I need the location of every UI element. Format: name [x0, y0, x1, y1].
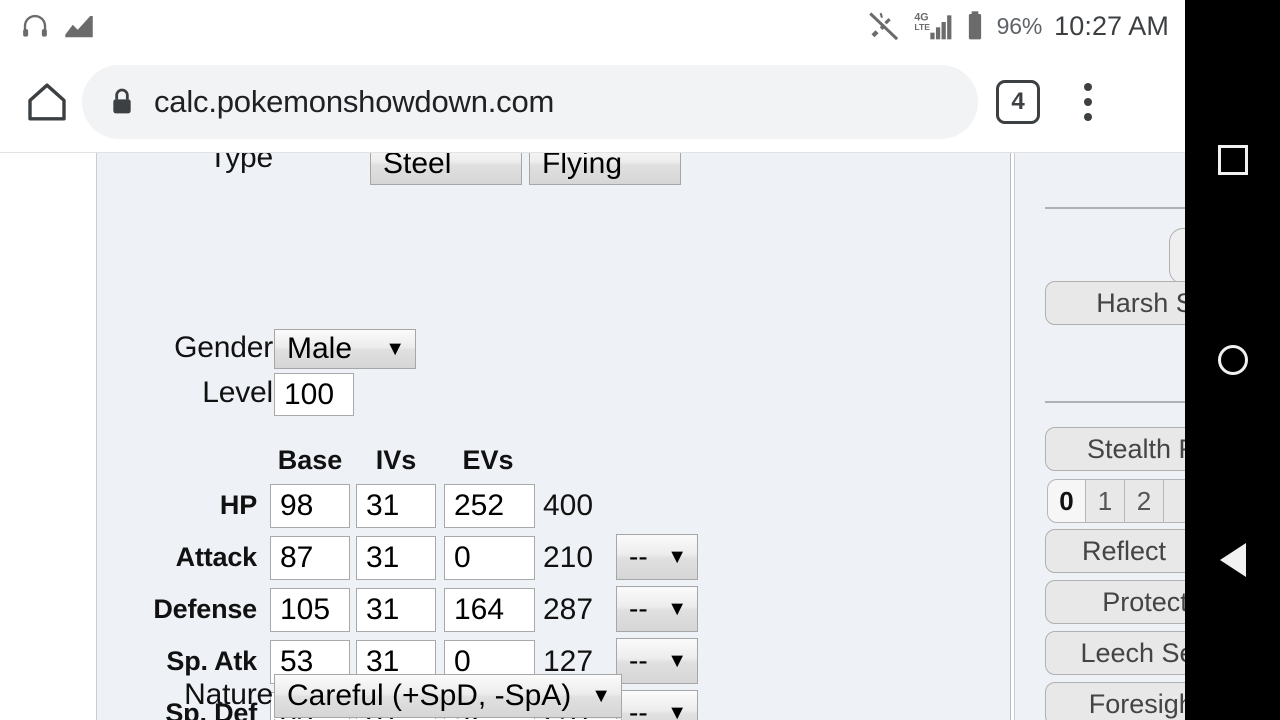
status-button-label: Protect	[1102, 586, 1185, 617]
divider	[1045, 401, 1185, 403]
table-row: Attack 87 31 0 210 -- ▼	[97, 532, 1010, 584]
status-button-label: Reflect	[1081, 535, 1167, 566]
table-row: Defense 105 31 164 287 -- ▼	[97, 584, 1010, 636]
divider	[1045, 207, 1185, 209]
android-status-bar: 4G LTE 96% 10:27 AM	[0, 0, 1185, 52]
stat-name: HP	[219, 490, 257, 520]
stat-base-input[interactable]: 98	[270, 484, 350, 528]
web-page-viewport: Type Steel Flying Gender Male ▼ Level 10…	[0, 153, 1185, 720]
stat-name: Sp. Atk	[166, 646, 257, 676]
pokemon-stats-panel: Type Steel Flying Gender Male ▼ Level 10…	[96, 153, 1011, 720]
stat-total: 210	[543, 541, 594, 574]
status-button-label: Leech See	[1080, 637, 1185, 668]
stat-boost-value: --	[629, 593, 648, 624]
stat-name: Defense	[153, 594, 257, 624]
layer-option-0[interactable]: 0	[1047, 479, 1086, 523]
chevron-down-icon: ▼	[385, 338, 405, 360]
triangle-back-icon[interactable]	[1185, 536, 1280, 584]
address-bar[interactable]: calc.pokemonshowdown.com	[82, 65, 978, 139]
stats-header-evs: EVs	[462, 445, 514, 475]
status-bar-right-icons: 4G LTE 96% 10:27 AM	[867, 10, 1185, 42]
stat-name: Attack	[175, 542, 258, 572]
android-navigation-bar	[1185, 0, 1280, 720]
nature-value: Careful (+SpD, -SpA)	[287, 679, 572, 712]
lock-icon	[108, 86, 136, 118]
status-bar-clock: 10:27 AM	[1054, 10, 1169, 41]
tab-counter-button[interactable]: 4	[996, 80, 1040, 124]
overflow-menu-icon[interactable]	[1056, 70, 1120, 134]
stat-iv-input[interactable]: 31	[356, 536, 436, 580]
chevron-down-icon: ▼	[667, 650, 687, 672]
type2-select[interactable]: Flying	[529, 153, 681, 185]
chevron-down-icon: ▼	[591, 685, 611, 707]
nature-select[interactable]: Careful (+SpD, -SpA) ▼	[274, 674, 622, 718]
type1-select[interactable]: Steel	[370, 153, 522, 185]
square-recents-icon[interactable]	[1185, 136, 1280, 184]
hazard-button-label: Stealth Ro	[1086, 433, 1185, 464]
stat-ev-input[interactable]: 252	[444, 484, 535, 528]
stat-boost-select[interactable]: -- ▼	[616, 638, 698, 684]
hazard-button[interactable]: Stealth Ro	[1045, 427, 1185, 471]
stat-boost-value: --	[629, 697, 648, 720]
stat-boost-value: --	[629, 541, 648, 572]
battery-icon	[965, 10, 985, 42]
stat-iv-input[interactable]: 31	[356, 484, 436, 528]
status-button-label: Foresight	[1088, 688, 1185, 719]
signal-4g-lte-icon: 4G LTE	[913, 10, 953, 42]
circle-home-icon[interactable]	[1185, 336, 1280, 384]
chevron-down-icon: ▼	[667, 702, 687, 720]
status-button-leech-seed[interactable]: Leech See	[1045, 631, 1185, 675]
stat-boost-value: --	[629, 645, 648, 676]
notifications-muted-icon	[867, 11, 901, 41]
weather-button[interactable]: Harsh S	[1045, 281, 1185, 325]
type1-value: Steel	[383, 153, 452, 180]
stat-ev-input[interactable]: 0	[444, 536, 535, 580]
url-text: calc.pokemonshowdown.com	[154, 84, 555, 119]
layer-option-extra[interactable]	[1164, 479, 1185, 523]
status-button-protect[interactable]: Protect	[1045, 580, 1185, 624]
level-label: Level	[202, 376, 273, 409]
type-label: Type	[208, 153, 273, 174]
stat-boost-select[interactable]: -- ▼	[616, 690, 698, 720]
table-row: HP 98 31 252 400	[97, 480, 1010, 532]
layer-option-2[interactable]: 2	[1125, 479, 1164, 523]
headphones-icon	[20, 11, 50, 41]
gender-label: Gender	[174, 331, 273, 364]
chevron-down-icon: ▼	[667, 546, 687, 568]
home-button[interactable]	[14, 69, 80, 135]
terrain-button-partial[interactable]	[1169, 228, 1185, 284]
stats-header-ivs: IVs	[375, 445, 417, 475]
browser-toolbar: calc.pokemonshowdown.com 4	[0, 52, 1185, 152]
weather-button-label: Harsh S	[1096, 287, 1185, 318]
stat-boost-select[interactable]: -- ▼	[616, 534, 698, 580]
stat-total: 400	[543, 489, 594, 522]
stat-base-input[interactable]: 105	[270, 588, 350, 632]
gender-value: Male	[287, 332, 353, 365]
stat-boost-select[interactable]: -- ▼	[616, 586, 698, 632]
level-input[interactable]: 100	[274, 373, 354, 416]
gender-select[interactable]: Male ▼	[274, 329, 416, 369]
stat-iv-input[interactable]: 31	[356, 588, 436, 632]
stats-header-base: Base	[277, 445, 343, 475]
svg-text:LTE: LTE	[914, 22, 930, 32]
screen-root: 4G LTE 96% 10:27 AM calc.pokemonshowdown…	[0, 0, 1280, 720]
battery-percent-label: 96%	[996, 12, 1043, 39]
status-bar-left-icons	[0, 11, 94, 41]
status-button-reflect[interactable]: Reflect	[1045, 529, 1185, 573]
hazard-layers-segmented-control[interactable]: 0 1 2	[1047, 479, 1185, 523]
stat-ev-input[interactable]: 164	[444, 588, 535, 632]
status-button-foresight[interactable]: Foresight	[1045, 682, 1185, 720]
stat-base-input[interactable]: 87	[270, 536, 350, 580]
layer-option-1[interactable]: 1	[1086, 479, 1125, 523]
field-conditions-panel: Harsh S Stealth Ro 0 1 2 Reflect Protect…	[1014, 153, 1185, 720]
type2-value: Flying	[542, 153, 623, 180]
stocks-chart-icon	[64, 13, 94, 39]
nature-label: Nature	[184, 678, 273, 711]
stat-total: 287	[543, 593, 594, 626]
chevron-down-icon: ▼	[667, 598, 687, 620]
